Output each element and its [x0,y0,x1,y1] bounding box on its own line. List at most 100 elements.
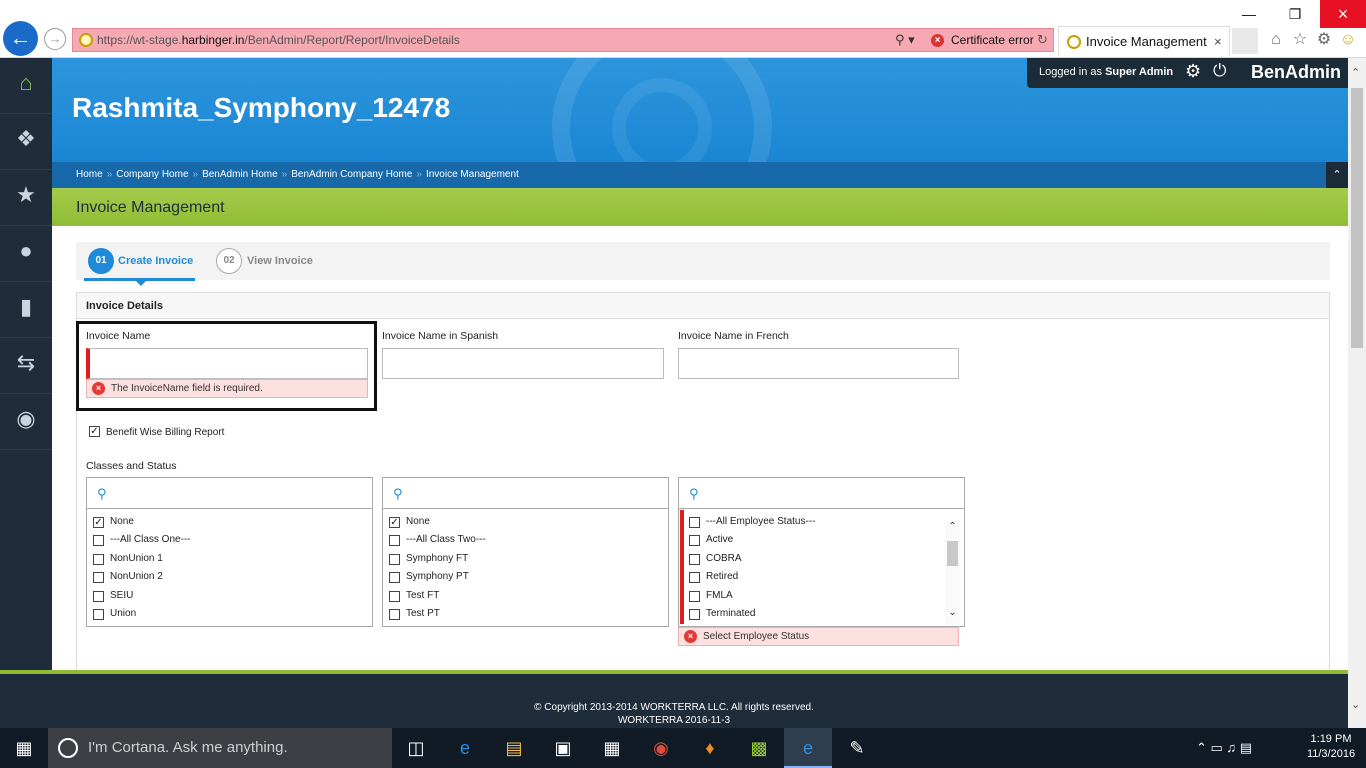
chevron-up-icon[interactable]: ⌃ [1351,66,1360,79]
class-one-checkbox[interactable] [93,535,104,547]
class-two-checkbox[interactable] [389,553,400,565]
page-scroll-thumb[interactable] [1351,88,1363,348]
class-two-checkbox[interactable] [389,609,400,620]
settings-gear-icon[interactable]: ⚙ [1185,61,1201,82]
class-one-checkbox[interactable]: ✓ [93,517,104,528]
step-2-number[interactable]: 02 [216,248,242,274]
spreadsheet-app-icon[interactable]: ▩ [735,728,783,768]
invoice-name-french-label: Invoice Name in French [678,330,789,342]
task-view-icon[interactable]: ◫ [392,728,440,768]
step-view-invoice[interactable]: View Invoice [247,255,313,267]
invoice-name-input[interactable] [86,348,368,379]
new-tab-button[interactable] [1232,28,1258,54]
status-search[interactable]: ⚲ [679,478,964,509]
windows-start-icon[interactable]: ▦ [0,728,48,768]
classes-status-label: Classes and Status [86,460,177,472]
breadcrumb-company-home[interactable]: Company Home [116,169,188,180]
store-icon[interactable]: ▣ [539,728,587,768]
app-flame-icon[interactable]: ♦ [686,728,734,768]
breadcrumb-bar: Home» Company Home» BenAdmin Home» BenAdmin… [52,162,1348,188]
employee-status-checkbox[interactable] [689,517,700,528]
forward-arrow-icon[interactable]: → [44,28,66,50]
version-text: WORKTERRA 2016-11-3 [617,715,731,726]
breadcrumb-benadmin-company-home[interactable]: BenAdmin Company Home [291,169,412,180]
employee-status-checkbox[interactable] [689,572,700,584]
certificate-error-label[interactable]: Certificate error [951,29,1034,51]
system-tray[interactable]: ⌃ ▭ ♫ ▤ [1196,728,1296,768]
class-two-checkbox[interactable]: ✓ [389,517,400,528]
search-icon[interactable]: ⚲ ▾ [895,29,915,51]
class-one-label: SEIU [110,589,134,601]
internet-explorer-icon[interactable]: e [784,728,832,768]
class-one-search[interactable]: ⚲ [87,478,372,509]
invoice-name-spanish-input[interactable] [382,348,664,379]
file-explorer-icon[interactable]: ▤ [490,728,538,768]
transfer-arrows-nav-icon[interactable]: ⇆ [0,338,52,394]
tab-close-icon[interactable]: × [1214,27,1222,57]
chevron-down-icon[interactable]: ⌄ [1351,698,1360,711]
favorites-star-icon[interactable]: ☆ [1290,30,1310,50]
breadcrumb-benadmin-home[interactable]: BenAdmin Home [202,169,278,180]
settings-gear-icon[interactable]: ⚙ [1314,30,1334,50]
step-create-invoice[interactable]: Create Invoice [118,255,193,267]
employee-status-checkbox[interactable] [689,553,700,565]
class-two-checkbox[interactable] [389,590,400,602]
user-star-nav-icon[interactable]: ★ [0,170,52,226]
class-one-checkbox[interactable] [93,553,104,565]
title-bar: Invoice Management [52,188,1348,226]
user-bar: Logged in as Super Admin ⚙ ⏻ BenAdmin [1027,58,1348,88]
chevron-down-icon[interactable]: ⌄ [945,607,960,621]
home-icon[interactable]: ⌂ [1266,30,1286,50]
cortana-search-box[interactable]: I'm Cortana. Ask me anything. [48,728,392,768]
class-two-checkbox[interactable] [389,572,400,584]
windows-taskbar: ▦ I'm Cortana. Ask me anything. ◫ e ▤ ▣ … [0,728,1366,768]
home-nav-icon[interactable]: ⌂ [0,58,52,114]
tab-title: Invoice Management [1086,34,1207,49]
class-one-label: None [110,516,134,527]
smiley-feedback-icon[interactable]: ☺ [1338,30,1358,50]
certificate-error-icon[interactable]: × [931,34,944,47]
minimize-icon[interactable]: — [1226,0,1272,28]
employee-status-checkbox[interactable] [689,535,700,547]
class-two-label: ---All Class Two--- [406,534,486,546]
puzzle-nav-icon[interactable]: ❖ [0,114,52,170]
required-indicator [680,510,684,624]
refresh-icon[interactable]: ↻ [1037,29,1048,51]
class-one-checkbox[interactable] [93,609,104,620]
chevron-up-icon[interactable]: ⌃ [945,521,960,535]
step-1-number[interactable]: 01 [88,248,114,274]
class-one-checkbox[interactable] [93,590,104,602]
restore-icon[interactable]: ❐ [1272,0,1318,28]
copyright-text: © Copyright 2013-2014 WORKTERRA LLC. All… [534,702,814,713]
chrome-icon[interactable]: ◉ [637,728,685,768]
class-two-label: None [406,516,430,527]
employee-status-checkbox[interactable] [689,609,700,620]
chat-bubble-nav-icon[interactable]: ◉ [0,394,52,450]
edge-browser-icon[interactable]: e [441,728,489,768]
cortana-icon [58,738,78,758]
clock[interactable]: 1:19 PM 11/3/2016 [1296,732,1366,762]
class-one-checkbox[interactable] [93,572,104,584]
back-arrow-icon[interactable]: ← [3,21,38,56]
employee-status-label: Retired [706,571,739,583]
paint-app-icon[interactable]: ✎ [833,728,881,768]
chevron-up-icon[interactable]: ⌃ [1326,162,1348,188]
reports-chart-nav-icon[interactable]: ▮ [0,282,52,338]
user-nav-icon[interactable]: ● [0,226,52,282]
class-two-list: ⚲ ✓ None ---All Class Two--- Symphony FT Sym… [382,477,669,627]
browser-tab[interactable]: Invoice Management × [1058,26,1230,56]
page-scrollbar[interactable]: ⌃ ⌄ [1348,58,1366,728]
employee-status-checkbox[interactable] [689,590,700,602]
address-bar[interactable]: https://wt-stage.harbinger.in/BenAdmin/R… [72,28,1054,52]
benefit-wise-checkbox[interactable]: ✓ [89,426,100,437]
close-window-icon[interactable]: × [1320,0,1366,28]
scroll-thumb[interactable] [947,541,958,566]
breadcrumb-home[interactable]: Home [76,169,103,180]
class-two-checkbox[interactable] [389,535,400,547]
calculator-icon[interactable]: ▦ [588,728,636,768]
invoice-name-label: Invoice Name [86,330,151,342]
power-logout-icon[interactable]: ⏻ [1213,61,1226,81]
class-two-search[interactable]: ⚲ [383,478,668,509]
status-list-scrollbar[interactable]: ⌃ ⌄ [945,521,960,624]
invoice-name-french-input[interactable] [678,348,959,379]
